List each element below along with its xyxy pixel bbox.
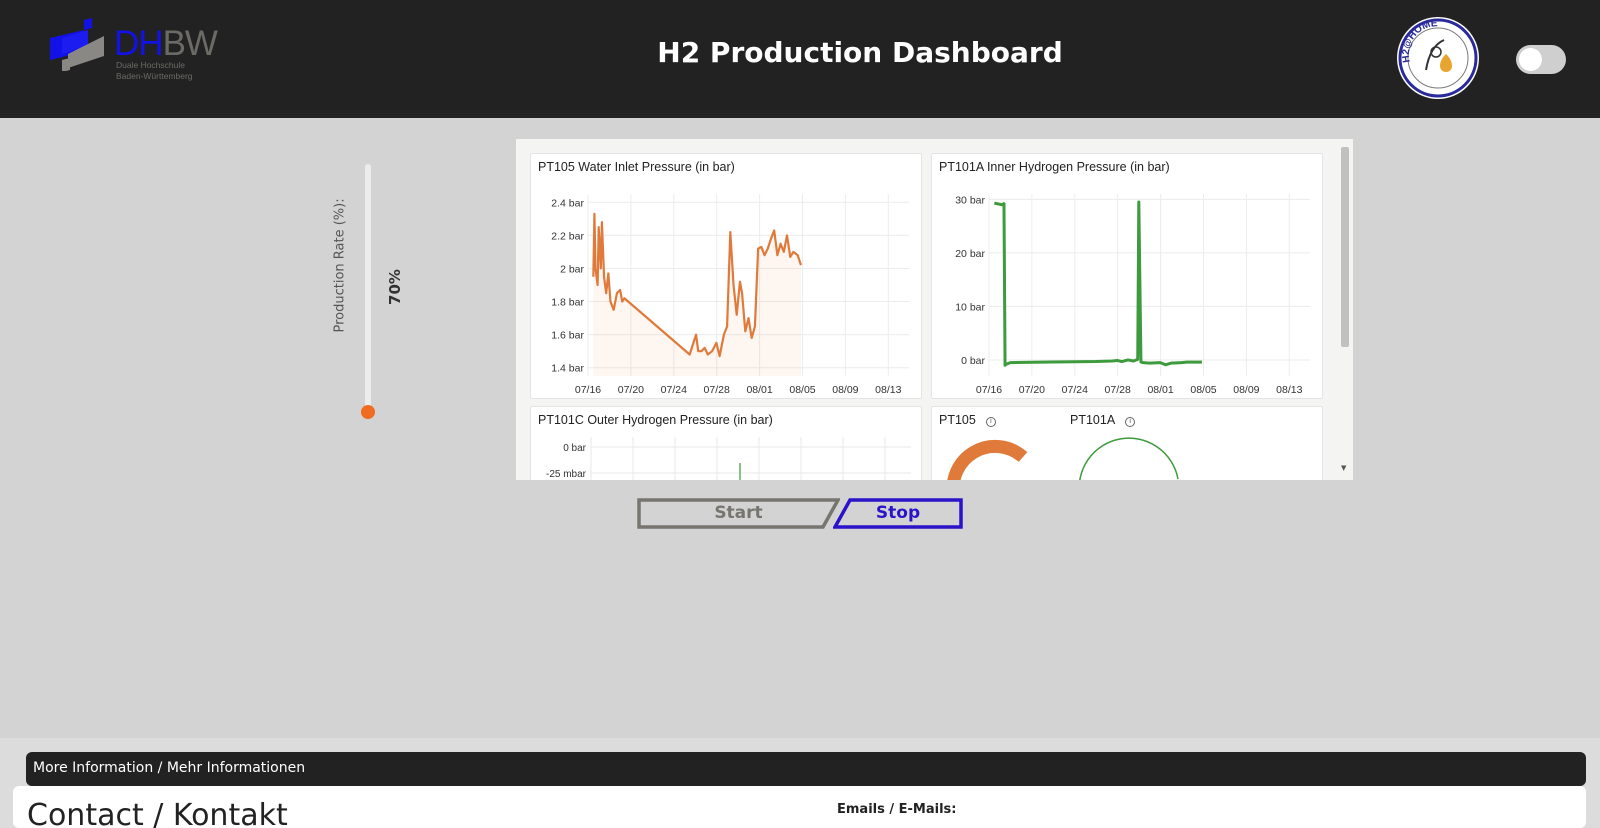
y-tick-label: 1.6 bar: [551, 330, 584, 342]
y-tick-label: -25 mbar: [546, 469, 587, 480]
y-tick-label: 0 bar: [563, 443, 586, 454]
y-tick-label: 2.4 bar: [551, 197, 584, 209]
x-tick-label: 08/05: [789, 384, 815, 396]
production-rate-control: Production Rate (%): 70%: [330, 160, 420, 430]
contact-heading: Contact / Kontakt: [27, 798, 288, 828]
series-area: [593, 213, 801, 376]
series-line: [994, 200, 1202, 367]
x-tick-label: 08/13: [1276, 384, 1302, 396]
x-tick-label: 07/24: [661, 384, 687, 396]
logo-subtitle-line2: Baden-Württemberg: [116, 71, 193, 81]
x-tick-label: 08/09: [1233, 384, 1259, 396]
y-tick-label: 20 bar: [955, 248, 985, 260]
x-tick-label: 07/28: [1105, 384, 1131, 396]
x-tick-label: 08/01: [1147, 384, 1173, 396]
panel-pt105-water-inlet[interactable]: PT105 Water Inlet Pressure (in bar) 07/1…: [530, 153, 922, 399]
emails-heading: Emails / E-Mails:: [837, 802, 957, 817]
more-information-accordion[interactable]: More Information / Mehr Informationen: [26, 752, 1586, 786]
panel-gauges[interactable]: PT105 i PT101A i: [931, 406, 1323, 480]
gauges-svg: [947, 437, 1179, 480]
y-tick-label: 1.4 bar: [551, 363, 584, 375]
start-button-label: Start: [714, 503, 763, 523]
grafana-scrollbar[interactable]: [1341, 147, 1349, 347]
x-tick-label: 07/16: [575, 384, 601, 396]
pt101c-line-chart: 0 bar -25 mbar: [546, 437, 911, 480]
y-tick-label: 1.8 bar: [551, 297, 584, 309]
y-tick-label: 2 bar: [560, 263, 584, 275]
theme-toggle[interactable]: [1516, 45, 1566, 74]
production-rate-label: Production Rate (%):: [332, 198, 348, 333]
stop-button-label: Stop: [875, 503, 921, 523]
toggle-knob: [1519, 48, 1542, 71]
pt105-line-chart: 07/16 07/20 07/24 07/28 08/01 08/05 08/09 08/13…: [551, 194, 909, 396]
production-rate-slider[interactable]: [365, 164, 371, 416]
y-tick-label: 2.2 bar: [551, 230, 584, 242]
y-tick-label: 0 bar: [961, 355, 985, 367]
x-tick-label: 07/20: [1019, 384, 1045, 396]
panel-pt101c-outer-hydrogen[interactable]: PT101C Outer Hydrogen Pressure (in bar) …: [530, 406, 922, 480]
x-tick-label: 08/01: [746, 384, 772, 396]
y-tick-label: 30 bar: [955, 194, 985, 206]
grafana-dashboard-frame[interactable]: PT105 Water Inlet Pressure (in bar) 07/1…: [516, 139, 1353, 480]
production-rate-value: 70%: [386, 269, 404, 305]
x-tick-label: 08/09: [832, 384, 858, 396]
pt105-gauge-arc: [947, 439, 1028, 480]
panel-pt101a-inner-hydrogen[interactable]: PT101A Inner Hydrogen Pressure (in bar) …: [931, 153, 1323, 399]
x-tick-label: 07/24: [1062, 384, 1088, 396]
x-tick-label: 08/13: [875, 384, 901, 396]
x-tick-label: 08/05: [1190, 384, 1216, 396]
x-tick-label: 07/28: [704, 384, 730, 396]
page-title: H2 Production Dashboard: [657, 36, 1063, 69]
stop-button[interactable]: Stop: [833, 498, 963, 529]
start-button[interactable]: Start: [637, 498, 840, 529]
more-information-label: More Information / Mehr Informationen: [33, 760, 306, 776]
y-tick-label: 10 bar: [955, 301, 985, 313]
h2-at-home-seal-icon: H2@HOME: [1397, 17, 1479, 99]
footer-content: Contact / Kontakt Emails / E-Mails:: [13, 786, 1586, 828]
slider-thumb[interactable]: [361, 405, 375, 419]
top-header: DHBW Duale Hochschule Baden-Württemberg …: [0, 0, 1600, 118]
footer: More Information / Mehr Informationen Co…: [0, 738, 1600, 828]
pt101a-gauge-arc: [1079, 437, 1179, 480]
pt101a-line-chart: 07/16 07/20 07/24 07/28 08/01 08/05 08/09 08/13…: [955, 194, 1310, 396]
scroll-down-arrow-icon[interactable]: ▼: [1341, 464, 1346, 472]
x-tick-label: 07/20: [618, 384, 644, 396]
x-tick-label: 07/16: [976, 384, 1002, 396]
